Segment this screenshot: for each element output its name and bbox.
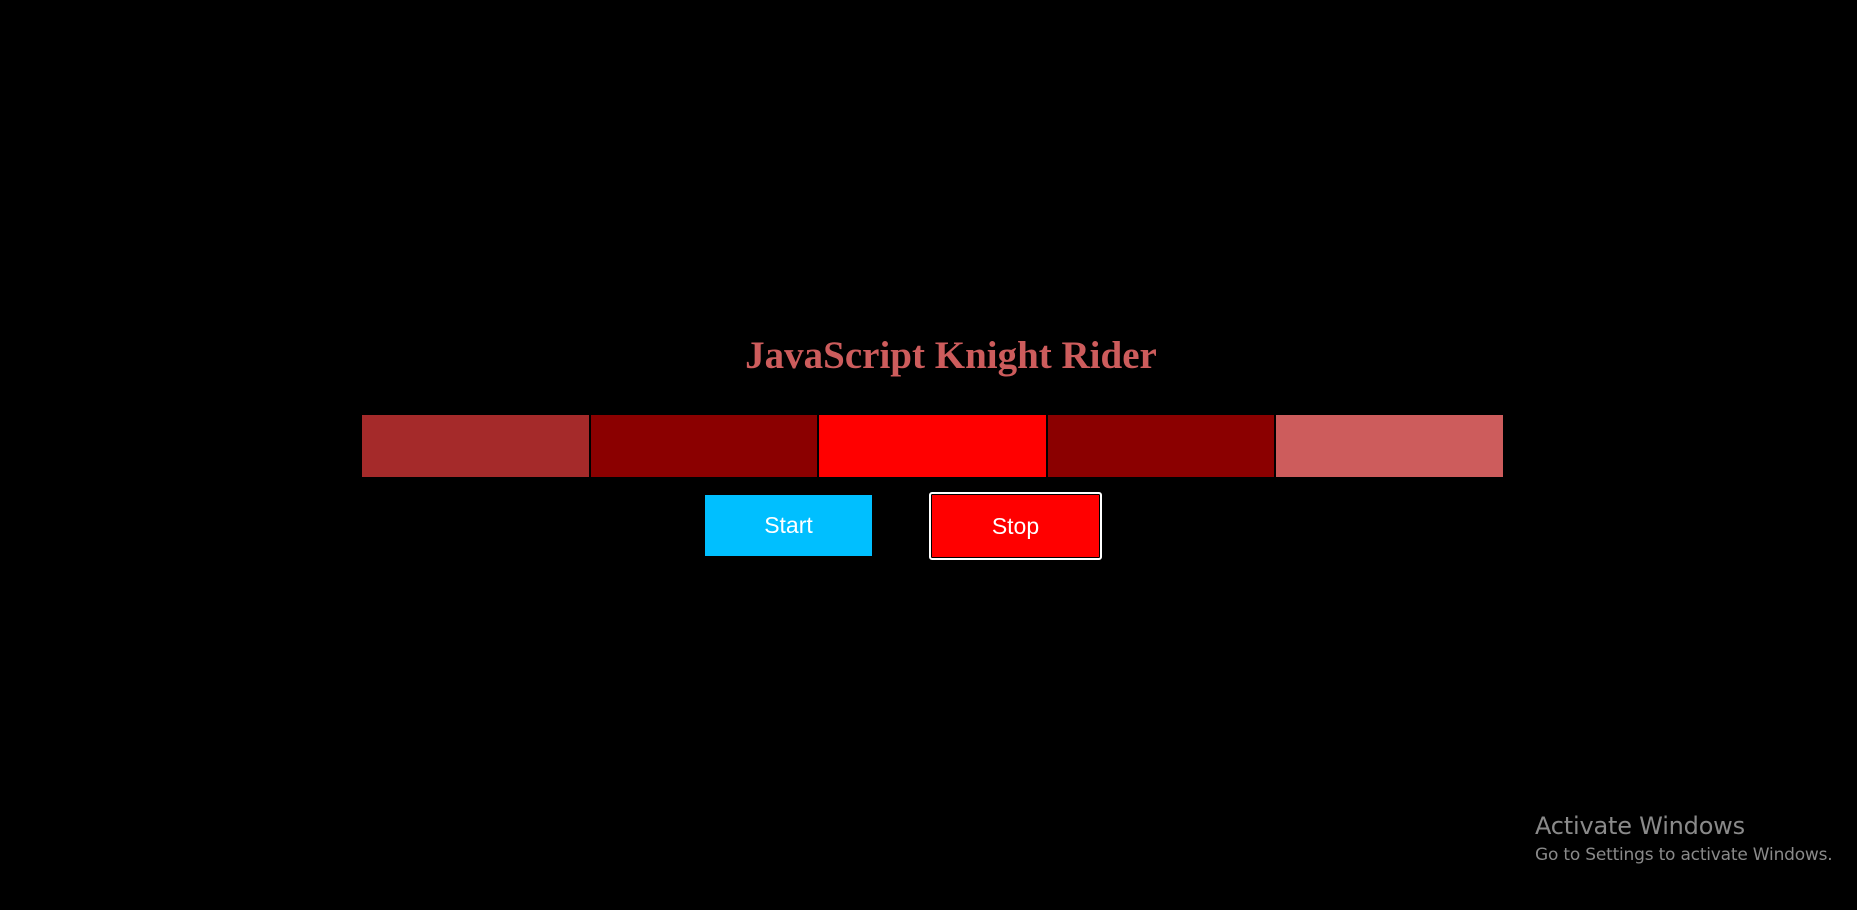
light-5 (1276, 415, 1503, 477)
watermark-subtitle: Go to Settings to activate Windows. (1535, 845, 1833, 865)
activate-windows-watermark: Activate Windows Go to Settings to activ… (1535, 811, 1833, 867)
page-title: JavaScript Knight Rider (745, 334, 1157, 377)
light-3 (819, 415, 1048, 477)
light-4 (1047, 415, 1277, 477)
watermark-title: Activate Windows (1535, 812, 1745, 840)
stop-button[interactable]: Stop (929, 492, 1102, 560)
light-1 (362, 415, 591, 477)
light-2 (590, 415, 820, 477)
start-button[interactable]: Start (705, 495, 872, 556)
knight-rider-lights (362, 415, 1503, 477)
